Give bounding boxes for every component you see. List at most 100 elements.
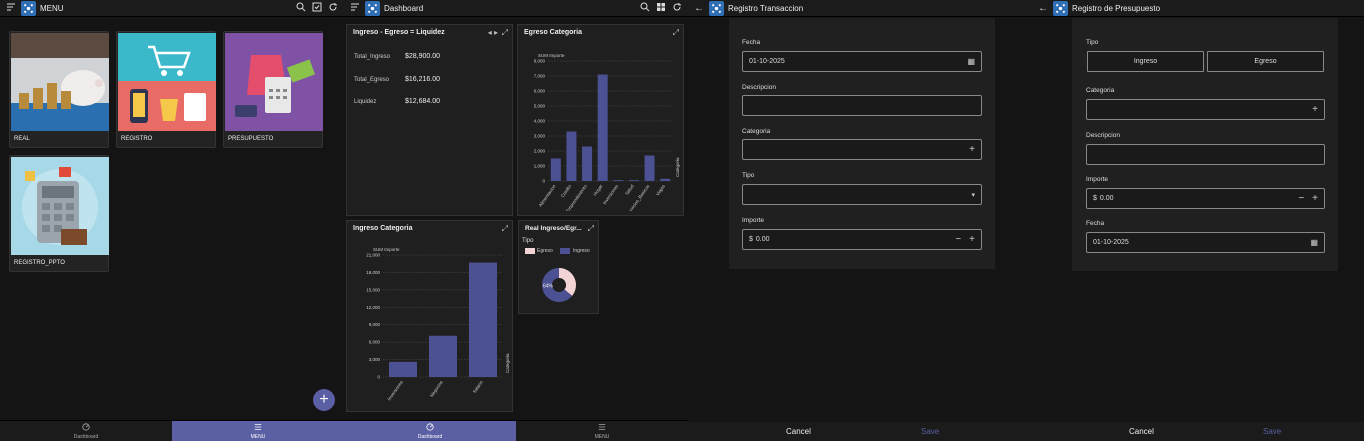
search-icon[interactable]: [296, 2, 306, 14]
tile-real[interactable]: REAL: [9, 31, 109, 148]
plus-icon[interactable]: +: [969, 234, 975, 245]
categoria-field[interactable]: +: [742, 139, 982, 160]
bottom-nav: Dashboard MENU: [344, 420, 688, 441]
cancel-button[interactable]: Cancel: [786, 427, 811, 436]
expand-icon[interactable]: ⤢: [673, 28, 679, 38]
nav-menu[interactable]: MENU: [172, 421, 344, 441]
y-tick-label: 6,000: [369, 340, 381, 345]
x-tick-label: Salario: [472, 379, 484, 394]
descripcion-label: Descripcion: [742, 84, 776, 91]
plus-icon[interactable]: +: [1312, 193, 1318, 204]
fecha-field[interactable]: 01-10-2025 ▦: [742, 51, 982, 72]
categoria-field[interactable]: +: [1086, 99, 1325, 120]
minus-icon[interactable]: −: [955, 234, 961, 245]
grid-icon[interactable]: [656, 2, 666, 14]
tile-registro[interactable]: REGISTRO: [116, 31, 216, 148]
tile-registro-ppto[interactable]: REGISTRO_PPTO: [9, 155, 109, 272]
form-actions: Cancel Save: [1032, 422, 1364, 441]
tile-label: REAL: [14, 136, 30, 142]
refresh-icon[interactable]: [328, 2, 338, 14]
x-tick-label: Negocios: [429, 379, 444, 398]
presupuesto-topbar: ← Registro de Presupuesto: [1032, 0, 1364, 17]
tile-presupuesto[interactable]: PRESUPUESTO: [223, 31, 323, 148]
fecha-value: 01-10-2025: [749, 58, 785, 65]
back-arrow-icon[interactable]: ←: [1038, 3, 1048, 14]
registro-screen: ← Registro Transaccion Fecha 01-10-2025 …: [688, 0, 1032, 441]
x-tick-label: Credito: [560, 183, 573, 198]
expand-icon[interactable]: ⤢: [502, 28, 508, 38]
fecha-value: 01-10-2025: [1093, 239, 1129, 246]
descripcion-field[interactable]: [742, 95, 982, 116]
save-button[interactable]: Save: [921, 427, 939, 436]
plus-icon[interactable]: +: [1312, 104, 1318, 115]
presupuesto-screen: ← Registro de Presupuesto Tipo Ingreso E…: [1032, 0, 1364, 441]
x-axis-label: Categoria: [675, 157, 680, 177]
expand-icon[interactable]: ⤢: [588, 224, 594, 234]
nav-dashboard[interactable]: Dashboard: [344, 421, 516, 441]
nav-dashboard[interactable]: Dashboard: [0, 421, 172, 441]
chevron-down-icon: ▾: [971, 191, 975, 199]
plus-icon[interactable]: +: [969, 144, 975, 155]
expand-icon[interactable]: ⤢: [502, 224, 508, 234]
registro-form: Fecha 01-10-2025 ▦ Descripcion Categoria…: [729, 18, 995, 269]
page-title: Dashboard: [384, 3, 424, 13]
search-icon[interactable]: [640, 2, 650, 14]
importe-label: Importe: [742, 217, 765, 224]
calendar-icon[interactable]: ▦: [967, 57, 975, 66]
descripcion-label: Descripcion: [1086, 132, 1120, 139]
save-button[interactable]: Save: [1263, 427, 1281, 436]
y-tick-label: 0: [377, 375, 380, 380]
y-tick-label: 1,000: [534, 164, 546, 169]
nav-menu[interactable]: MENU: [516, 421, 688, 441]
y-tick-label: 4,000: [534, 119, 546, 124]
bar: [613, 180, 624, 181]
x-axis-label: Categoria: [505, 353, 510, 373]
refresh-icon[interactable]: [672, 2, 682, 14]
tipo-ingreso-option[interactable]: Ingreso: [1087, 51, 1204, 72]
y-tick-label: 3,000: [369, 357, 381, 362]
registro-topbar: ← Registro Transaccion: [688, 0, 1032, 17]
dashboard-topbar: Dashboard: [344, 0, 688, 17]
card-title: Ingreso - Egreso = Liquidez: [353, 29, 445, 36]
back-arrow-icon[interactable]: ←: [694, 3, 704, 14]
fecha-field[interactable]: 01-10-2025 ▦: [1086, 232, 1325, 253]
menu-topbar: MENU: [0, 0, 344, 17]
y-tick-label: 18,000: [366, 270, 380, 275]
importe-stepper[interactable]: $ 0.00 − +: [1086, 188, 1325, 209]
piggy-bank-image: [11, 33, 109, 131]
cancel-button[interactable]: Cancel: [1129, 427, 1154, 436]
calendar-icon[interactable]: ▦: [1310, 238, 1318, 247]
bar: [597, 74, 608, 181]
hamburger-icon[interactable]: [6, 2, 16, 14]
tipo-egreso-option[interactable]: Egreso: [1207, 51, 1324, 72]
prev-next-icon[interactable]: ◂ ▸: [488, 28, 498, 37]
page-title: Registro Transaccion: [728, 3, 804, 13]
descripcion-field[interactable]: [1086, 144, 1325, 165]
importe-value: 0.00: [1099, 195, 1114, 202]
kpi-value: $28,900.00: [405, 53, 441, 60]
add-button[interactable]: +: [313, 389, 335, 411]
form-actions: Cancel Save: [688, 422, 1032, 441]
checkbox-icon[interactable]: [312, 2, 322, 14]
fecha-label: Fecha: [742, 39, 761, 46]
categoria-label: Categoria: [742, 128, 771, 135]
nav-label: MENU: [250, 433, 266, 440]
legend-label: Egreso: [537, 248, 553, 254]
ingreso-chart-card: Ingreso Categoria ⤢ SUM Importe 0 3,000 6,0…: [346, 220, 513, 412]
hamburger-icon[interactable]: [350, 2, 360, 14]
dashboard-screen: Dashboard Ingreso - Egreso = Liquidez ◂ …: [344, 0, 688, 441]
legend-title: Tipo: [522, 238, 534, 244]
presupuesto-form: Tipo Ingreso Egreso Categoria + Descripc…: [1072, 18, 1338, 271]
currency-symbol: $: [749, 236, 753, 243]
tile-label: REGISTRO: [121, 136, 153, 142]
x-tick-label: Inversiones: [387, 379, 405, 401]
shopping-image: [118, 33, 216, 131]
importe-stepper[interactable]: $ 0.00 − +: [742, 229, 982, 250]
minus-icon[interactable]: −: [1298, 193, 1304, 204]
page-title: Registro de Presupuesto: [1072, 3, 1161, 13]
tipo-select[interactable]: ▾: [742, 184, 982, 205]
y-tick-label: 5,000: [534, 104, 546, 109]
menu-screen: MENU REAL REGISTRO PRESUPUESTO REGISTRO_…: [0, 0, 344, 441]
budget-image: [225, 33, 323, 131]
app-logo-icon: [1053, 0, 1068, 16]
